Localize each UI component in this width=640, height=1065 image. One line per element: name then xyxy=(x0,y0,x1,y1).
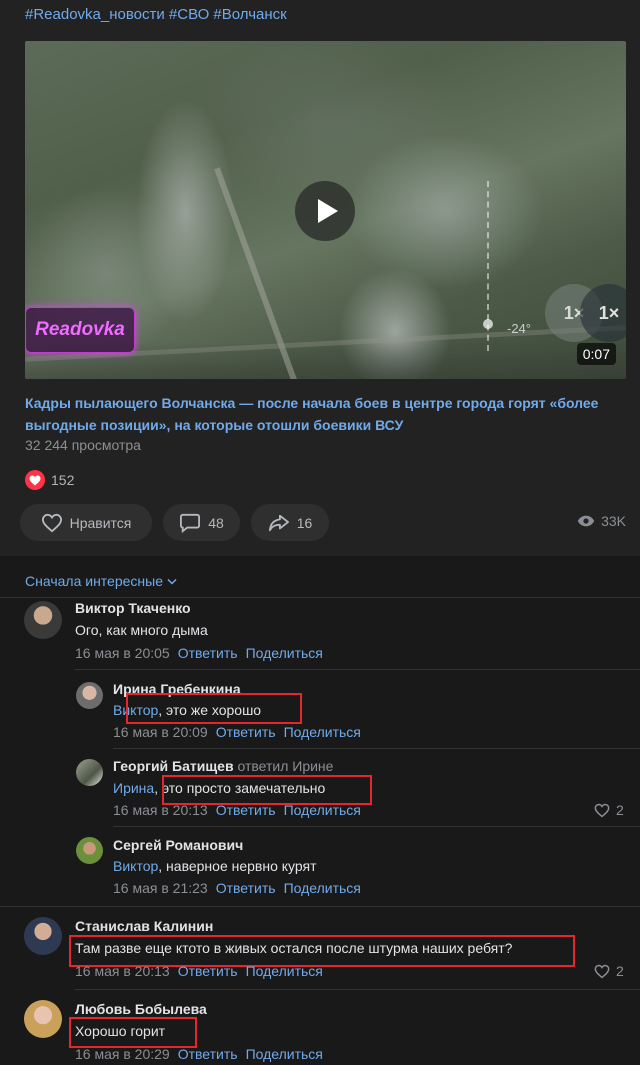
comment-text: Ого, как много дыма xyxy=(75,622,208,638)
share-button[interactable]: 16 xyxy=(251,504,329,541)
divider xyxy=(75,669,640,670)
comment-author[interactable]: Станислав Калинин xyxy=(75,918,213,934)
comment-author[interactable]: Сергей Романович xyxy=(113,837,243,853)
reply-link[interactable]: Ответить xyxy=(216,880,276,896)
highlight-box xyxy=(69,1017,197,1048)
divider xyxy=(0,906,640,907)
share-icon xyxy=(268,514,289,531)
reactions-count: 152 xyxy=(51,472,75,488)
share-link[interactable]: Поделиться xyxy=(284,802,361,818)
views-count: 33K xyxy=(601,513,626,529)
avatar[interactable] xyxy=(76,837,103,864)
heart-outline-icon xyxy=(41,513,62,532)
share-link[interactable]: Поделиться xyxy=(284,724,361,740)
comment-like-button[interactable]: 2 xyxy=(594,963,624,979)
comment-author-name[interactable]: Георгий Батищев xyxy=(113,758,234,774)
divider xyxy=(0,597,640,598)
comment-meta: 16 мая в 20:05 Ответить Поделиться xyxy=(75,645,323,661)
post-hashtags[interactable]: #Readovka_новости #СВО #Волчанск xyxy=(25,6,287,23)
reply-link[interactable]: Ответить xyxy=(216,802,276,818)
comment-meta: 16 мая в 20:13 Ответить Поделиться xyxy=(113,802,361,818)
comment-author[interactable]: Виктор Ткаченко xyxy=(75,600,191,616)
share-link[interactable]: Поделиться xyxy=(246,645,323,661)
readovka-logo: Readovka xyxy=(25,307,135,353)
like-label: Нравится xyxy=(69,514,132,531)
comment-meta: 16 мая в 21:23 Ответить Поделиться xyxy=(113,880,361,896)
heart-icon xyxy=(25,470,45,490)
replied-to[interactable]: ответил Ирине xyxy=(237,758,333,774)
shares-count: 16 xyxy=(296,514,313,531)
avatar[interactable] xyxy=(76,759,103,786)
sort-label: Сначала интересные xyxy=(25,573,163,589)
avatar[interactable] xyxy=(24,917,62,955)
video-duration: 0:07 xyxy=(576,343,616,365)
reply-link[interactable]: Ответить xyxy=(178,645,238,661)
comment-time[interactable]: 16 мая в 21:23 xyxy=(113,880,208,896)
comment-icon xyxy=(180,513,201,533)
comment-time[interactable]: 16 мая в 20:13 xyxy=(113,802,208,818)
comment-time[interactable]: 16 мая в 20:29 xyxy=(75,1046,170,1062)
comment-author[interactable]: Любовь Бобылева xyxy=(75,1001,207,1017)
post-title[interactable]: Кадры пылающего Волчанска — после начала… xyxy=(25,392,615,436)
eye-icon xyxy=(577,515,595,527)
reactions-summary[interactable]: 152 xyxy=(25,470,74,490)
chevron-down-icon xyxy=(167,578,177,585)
share-link[interactable]: Поделиться xyxy=(284,880,361,896)
avatar[interactable] xyxy=(24,601,62,639)
heart-outline-icon xyxy=(594,964,610,978)
video-player[interactable]: -24° 1× 1× Readovka 0:07 xyxy=(25,41,626,379)
post-card: #Readovka_новости #СВО #Волчанск -24° 1×… xyxy=(0,0,640,556)
comments-button[interactable]: 48 xyxy=(163,504,240,541)
comment-like-count: 2 xyxy=(616,963,624,979)
mention-link[interactable]: Ирина xyxy=(113,780,154,796)
comment-time[interactable]: 16 мая в 20:13 xyxy=(75,963,170,979)
reply-link[interactable]: Ответить xyxy=(178,963,238,979)
comment-meta: 16 мая в 20:29 Ответить Поделиться xyxy=(75,1046,323,1062)
comment-text: Виктор, наверное нервно курят xyxy=(113,858,317,874)
comment-like-button[interactable]: 2 xyxy=(594,802,624,818)
drone-hud-marker xyxy=(483,319,493,329)
divider xyxy=(75,989,640,990)
heart-outline-icon xyxy=(594,803,610,817)
drone-hud-angle: -24° xyxy=(507,321,531,336)
share-link[interactable]: Поделиться xyxy=(246,1046,323,1062)
comment-like-count: 2 xyxy=(616,802,624,818)
share-link[interactable]: Поделиться xyxy=(246,963,323,979)
divider xyxy=(113,826,640,827)
comment-author: Георгий Батищев ответил Ирине xyxy=(113,758,333,774)
comment-time[interactable]: 16 мая в 20:09 xyxy=(113,724,208,740)
comment-body: , наверное нервно курят xyxy=(158,858,317,874)
divider xyxy=(113,748,640,749)
highlight-box xyxy=(162,775,372,805)
reply-link[interactable]: Ответить xyxy=(216,724,276,740)
comments-sort-dropdown[interactable]: Сначала интересные xyxy=(25,573,177,589)
play-icon[interactable] xyxy=(295,181,355,241)
views-counter: 33K xyxy=(577,513,626,529)
avatar[interactable] xyxy=(24,1000,62,1038)
highlight-box xyxy=(126,693,302,724)
mention-link[interactable]: Виктор xyxy=(113,858,158,874)
comments-count: 48 xyxy=(208,514,224,531)
comment-meta: 16 мая в 20:09 Ответить Поделиться xyxy=(113,724,361,740)
comment-meta: 16 мая в 20:13 Ответить Поделиться xyxy=(75,963,323,979)
avatar[interactable] xyxy=(76,682,103,709)
like-button[interactable]: Нравится xyxy=(20,504,152,541)
comment-time[interactable]: 16 мая в 20:05 xyxy=(75,645,170,661)
reply-link[interactable]: Ответить xyxy=(178,1046,238,1062)
post-views: 32 244 просмотра xyxy=(25,437,141,453)
